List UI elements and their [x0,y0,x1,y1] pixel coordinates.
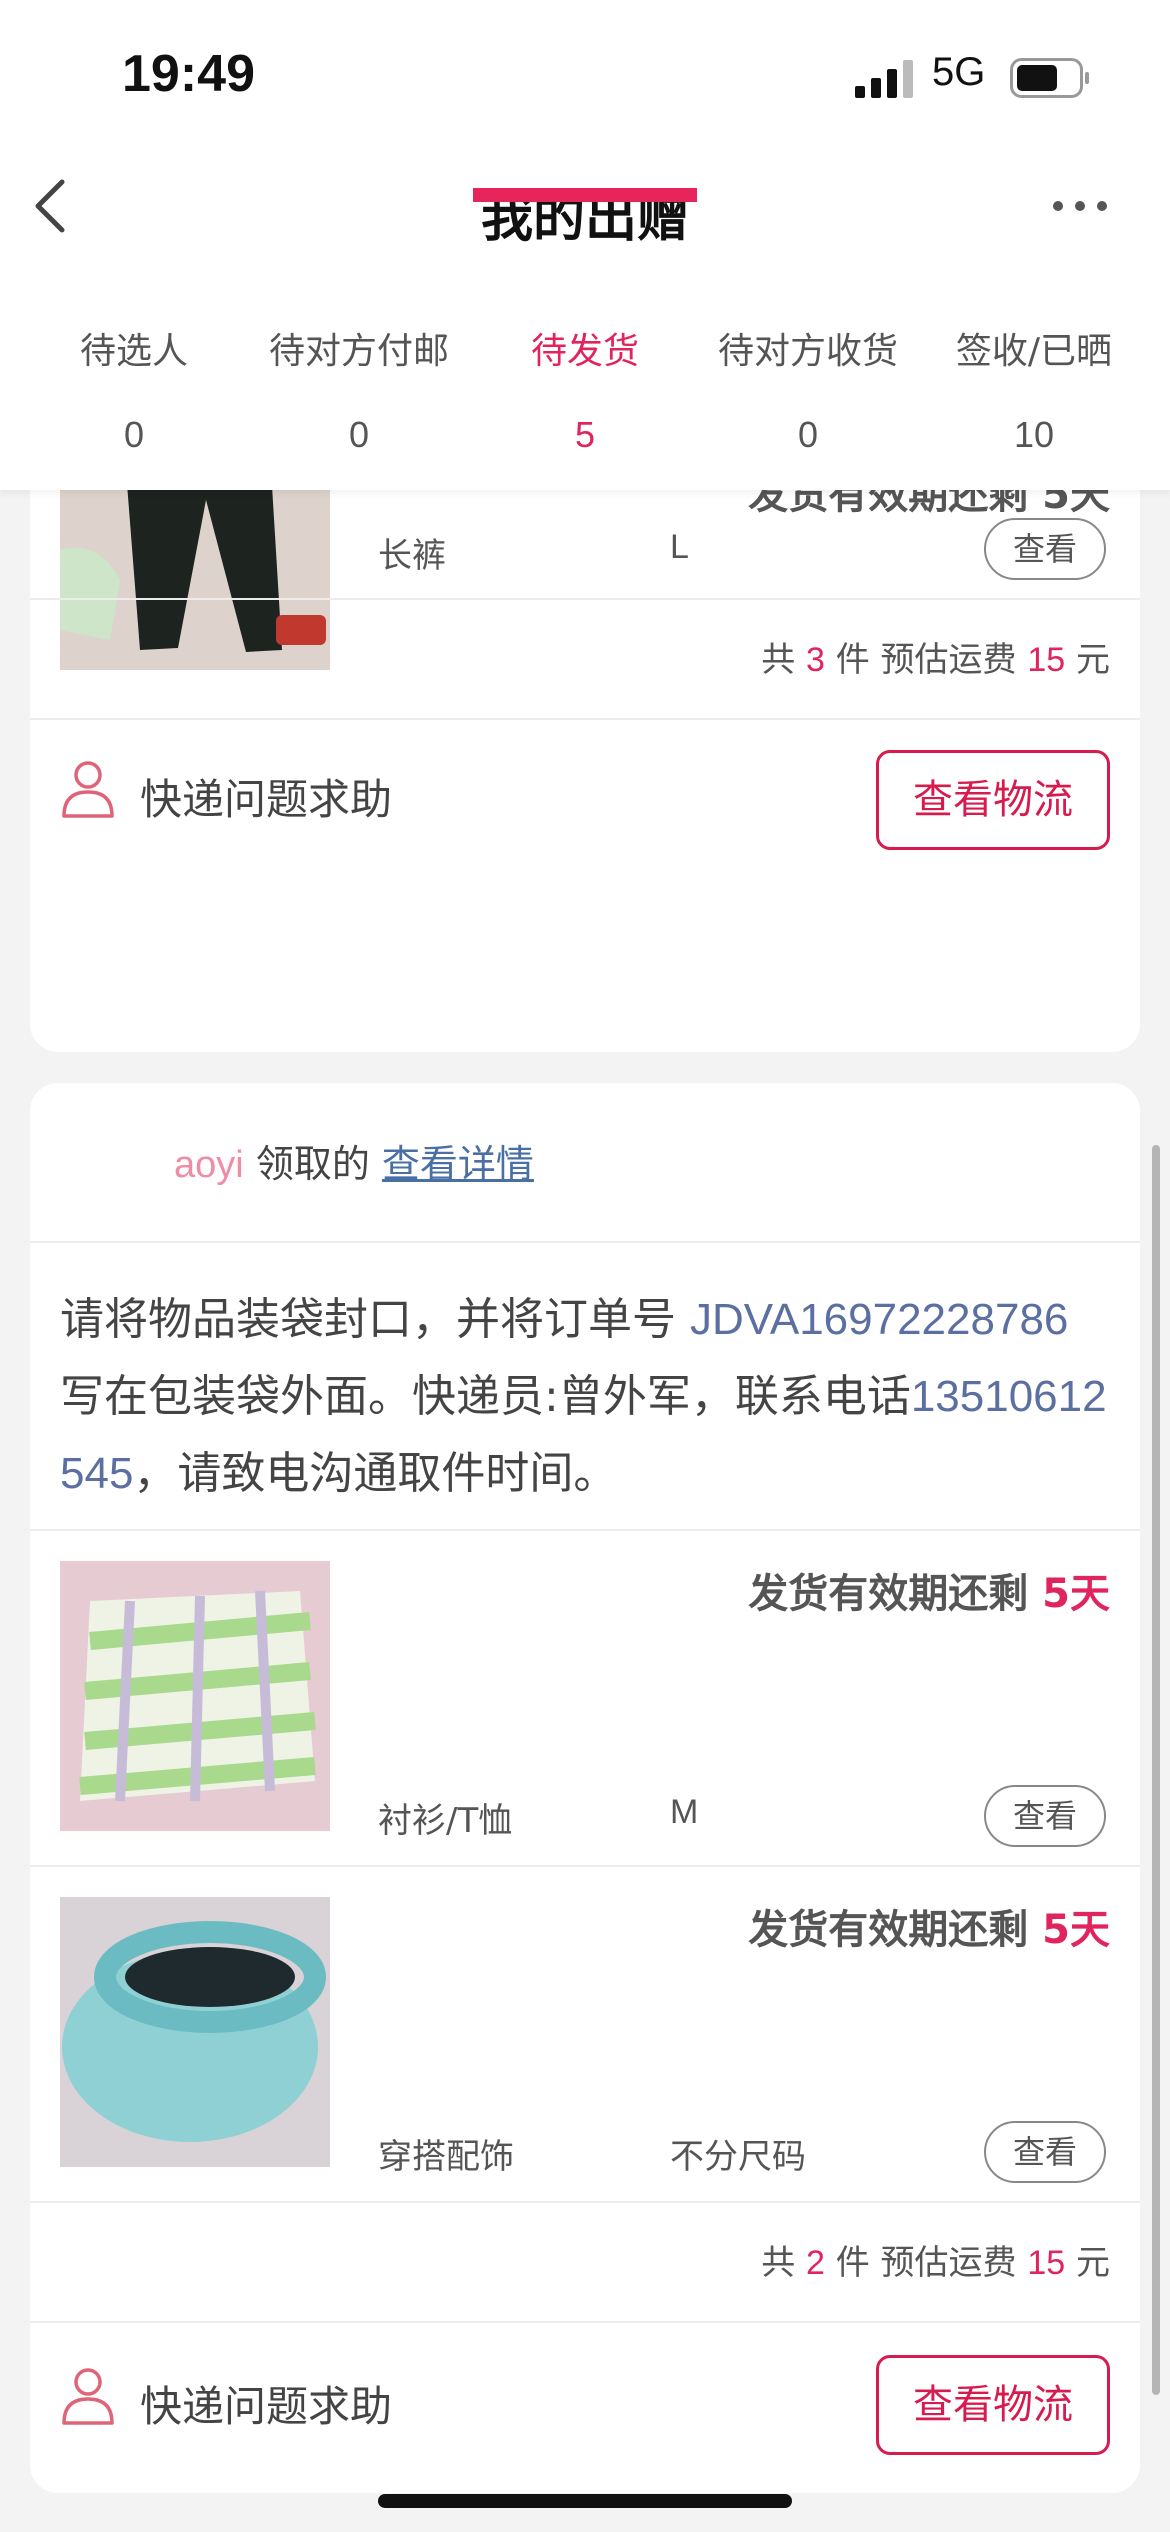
user-help-icon [62,761,114,818]
claimer-name[interactable]: aoyi [174,1144,244,1186]
view-details-link[interactable]: 查看详情 [382,1142,534,1186]
tab-pending-select[interactable]: 待选人 0 [17,322,251,456]
deadline-text: 发货有效期还剩 5天 [748,1907,1110,1953]
tab-pending-postage[interactable]: 待对方付邮 0 [242,322,476,456]
order-summary: 共 3 件 预估运费 15 元 [761,640,1110,680]
item-size: 不分尺码 [670,2138,806,2176]
courier-help-link[interactable]: 快递问题求助 [140,2373,392,2434]
item-name: 衬衫/T恤 [378,1801,513,1841]
network-label: 5G [932,50,986,94]
scrollbar[interactable] [1152,1145,1160,2395]
signal-icon [855,60,913,98]
courier-help-link[interactable]: 快递问题求助 [140,766,392,827]
battery-icon [1010,58,1089,98]
order-summary: 共 2 件 预估运费 15 元 [761,2243,1110,2283]
view-logistics-button[interactable]: 查看物流 [876,2355,1110,2455]
item-name: 穿搭配饰 [378,2137,514,2177]
tab-pending-ship[interactable]: 待发货 5 [468,322,702,456]
tab-pending-receipt[interactable]: 待对方收货 0 [691,322,925,456]
item-name: 长裤 [378,536,446,576]
view-item-button[interactable]: 查看 [984,518,1106,580]
view-item-button[interactable]: 查看 [984,2121,1106,2183]
active-tab-indicator [473,188,697,202]
deadline-text: 发货有效期还剩 5天 [748,1571,1110,1617]
shipping-instructions: 请将物品装袋封口，并将订单号 JDVA16972228786 写在包装袋外面。快… [60,1294,1107,1499]
tab-signed[interactable]: 签收/已晒 10 [917,322,1151,456]
user-help-icon [62,2368,114,2425]
item-image[interactable] [60,1561,330,1831]
item-size: L [670,528,689,566]
order-card: 发货有效期还剩 5天 长裤 L 查看 共 3 件 预估运费 15 元 快递问题求… [30,420,1140,1052]
claimer-line: aoyi 领取的 查看详情 [174,1142,534,1186]
more-icon[interactable] [1050,196,1110,216]
view-logistics-button[interactable]: 查看物流 [876,750,1110,850]
order-card: aoyi 领取的 查看详情 请将物品装袋封口，并将订单号 JDVA1697222… [30,1083,1140,2493]
status-tabs: 待选人 0 待对方付邮 0 待发货 5 待对方收货 0 签收/已晒 10 [0,290,1170,490]
status-time: 19:49 [122,45,255,103]
view-item-button[interactable]: 查看 [984,1785,1106,1847]
item-size: M [670,1793,699,1831]
item-image[interactable] [60,1897,330,2167]
home-indicator[interactable] [378,2494,792,2508]
